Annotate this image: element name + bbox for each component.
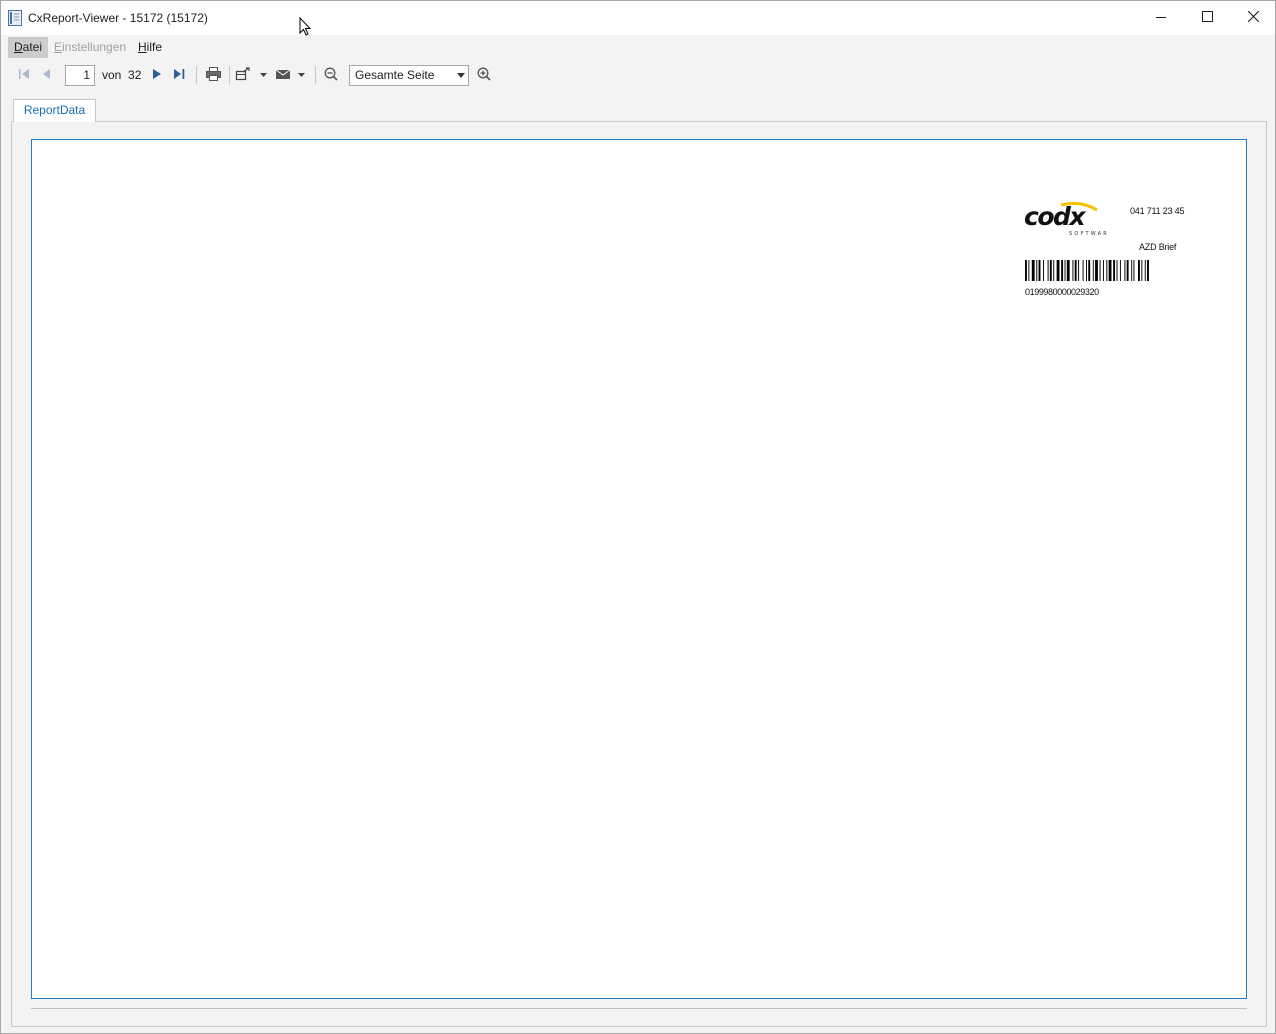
barcode-bar	[1047, 260, 1049, 281]
chevron-down-icon	[457, 73, 465, 78]
barcode-bar	[1113, 260, 1116, 281]
zoom-out-icon	[324, 67, 338, 84]
mail-button[interactable]	[275, 65, 309, 85]
barcode-bar	[1049, 260, 1052, 281]
report-viewer-window: CxReport-Viewer - 15172 (15172) Datei Ei…	[0, 0, 1276, 1034]
toolbar-separator	[229, 66, 230, 84]
menu-einstellungen-accel: E	[54, 40, 63, 54]
barcode-bar	[1131, 260, 1133, 281]
mouse-cursor-icon	[299, 16, 313, 37]
minimize-icon	[1156, 11, 1166, 25]
barcode-bar	[1102, 260, 1104, 281]
menu-einstellungen[interactable]: Einstellungen	[48, 37, 132, 58]
phone-number: 041 711 23 45	[1130, 206, 1185, 216]
zoom-in-button[interactable]	[475, 65, 493, 85]
barcode-bar	[1124, 260, 1126, 281]
barcode-bar	[1064, 260, 1066, 281]
barcode-bar	[1082, 260, 1084, 281]
previous-page-icon	[40, 68, 52, 83]
barcode	[1025, 260, 1149, 281]
barcode-bar	[1053, 260, 1055, 281]
page-of-label: von 32	[102, 68, 141, 82]
barcode-bar	[1088, 260, 1091, 281]
document-type-label: AZD Brief	[1139, 242, 1177, 252]
barcode-bar	[1072, 260, 1074, 281]
close-button[interactable]	[1230, 1, 1276, 35]
total-pages: 32	[128, 68, 142, 82]
barcode-bar	[1025, 260, 1027, 281]
last-page-button[interactable]	[170, 65, 188, 85]
maximize-icon	[1201, 11, 1213, 25]
barcode-bar	[1147, 260, 1149, 281]
barcode-bar	[1056, 260, 1060, 281]
next-page-button[interactable]	[148, 65, 166, 85]
first-page-button[interactable]	[15, 65, 33, 85]
previous-page-button[interactable]	[37, 65, 55, 85]
barcode-bar	[1108, 260, 1112, 281]
first-page-icon	[18, 68, 30, 83]
report-app-icon	[8, 10, 22, 26]
svg-text:codx: codx	[1024, 202, 1086, 231]
barcode-bar	[1092, 260, 1094, 281]
menu-hilfe-label: ilfe	[146, 40, 163, 54]
zoom-in-icon	[477, 67, 491, 84]
barcode-bar	[1028, 260, 1030, 281]
barcode-bar	[1043, 260, 1045, 281]
barcode-bar	[1078, 260, 1080, 281]
export-icon	[235, 66, 269, 84]
window-title: CxReport-Viewer - 15172 (15172)	[28, 11, 208, 25]
toolbar: 1 von 32 Gesamte Seite	[1, 61, 1275, 89]
menu-datei[interactable]: Datei	[8, 37, 49, 58]
last-page-icon	[173, 68, 186, 83]
menu-bar: Datei Einstellungen Hilfe	[1, 35, 1275, 59]
tab-reportdata[interactable]: ReportData	[13, 99, 96, 122]
menu-datei-label: atei	[22, 40, 43, 54]
menu-einstellungen-label: instellungen	[62, 40, 127, 54]
barcode-bar	[1031, 260, 1035, 281]
barcode-bar	[1116, 260, 1118, 281]
zoom-out-button[interactable]	[322, 65, 340, 85]
barcode-bar	[1144, 260, 1146, 281]
toolbar-separator	[196, 66, 197, 84]
zoom-level-value: Gesamte Seite	[355, 68, 435, 82]
export-button[interactable]	[235, 65, 269, 85]
svg-text:SOFTWARE: SOFTWARE	[1069, 231, 1107, 236]
maximize-button[interactable]	[1184, 1, 1230, 35]
print-button[interactable]	[203, 65, 223, 85]
menu-datei-accel: D	[14, 40, 23, 54]
close-icon	[1247, 10, 1259, 25]
barcode-number: 0199980000029320	[1025, 287, 1099, 297]
mail-icon	[275, 67, 309, 84]
barcode-bar	[1133, 260, 1135, 281]
barcode-bar	[1095, 260, 1098, 281]
barcode-bar	[1074, 260, 1077, 281]
page-number-input[interactable]: 1	[65, 65, 95, 86]
barcode-bar	[1086, 260, 1087, 281]
barcode-bar	[1066, 260, 1070, 281]
title-bar[interactable]: CxReport-Viewer - 15172 (15172)	[1, 1, 1275, 35]
menu-hilfe-accel: H	[138, 40, 147, 54]
horizontal-divider	[31, 1008, 1247, 1009]
barcode-bar	[1061, 260, 1064, 281]
barcode-bar	[1099, 260, 1101, 281]
zoom-level-select[interactable]: Gesamte Seite	[349, 65, 469, 86]
next-page-icon	[151, 68, 163, 83]
minimize-button[interactable]	[1138, 1, 1184, 35]
barcode-bar	[1038, 260, 1041, 281]
menu-hilfe[interactable]: Hilfe	[132, 37, 168, 58]
report-page[interactable]: codx SOFTWARE 041 711 23 45 AZD Brief 01…	[31, 139, 1247, 999]
of-text: von	[102, 68, 122, 82]
barcode-bar	[1106, 260, 1108, 281]
barcode-bar	[1036, 260, 1038, 281]
toolbar-separator	[315, 66, 316, 84]
barcode-bar	[1126, 260, 1129, 281]
barcode-bar	[1119, 260, 1121, 281]
print-icon	[205, 66, 221, 84]
barcode-bar	[1138, 260, 1140, 281]
barcode-bar	[1141, 260, 1143, 281]
codx-logo: codx SOFTWARE	[1023, 201, 1112, 237]
